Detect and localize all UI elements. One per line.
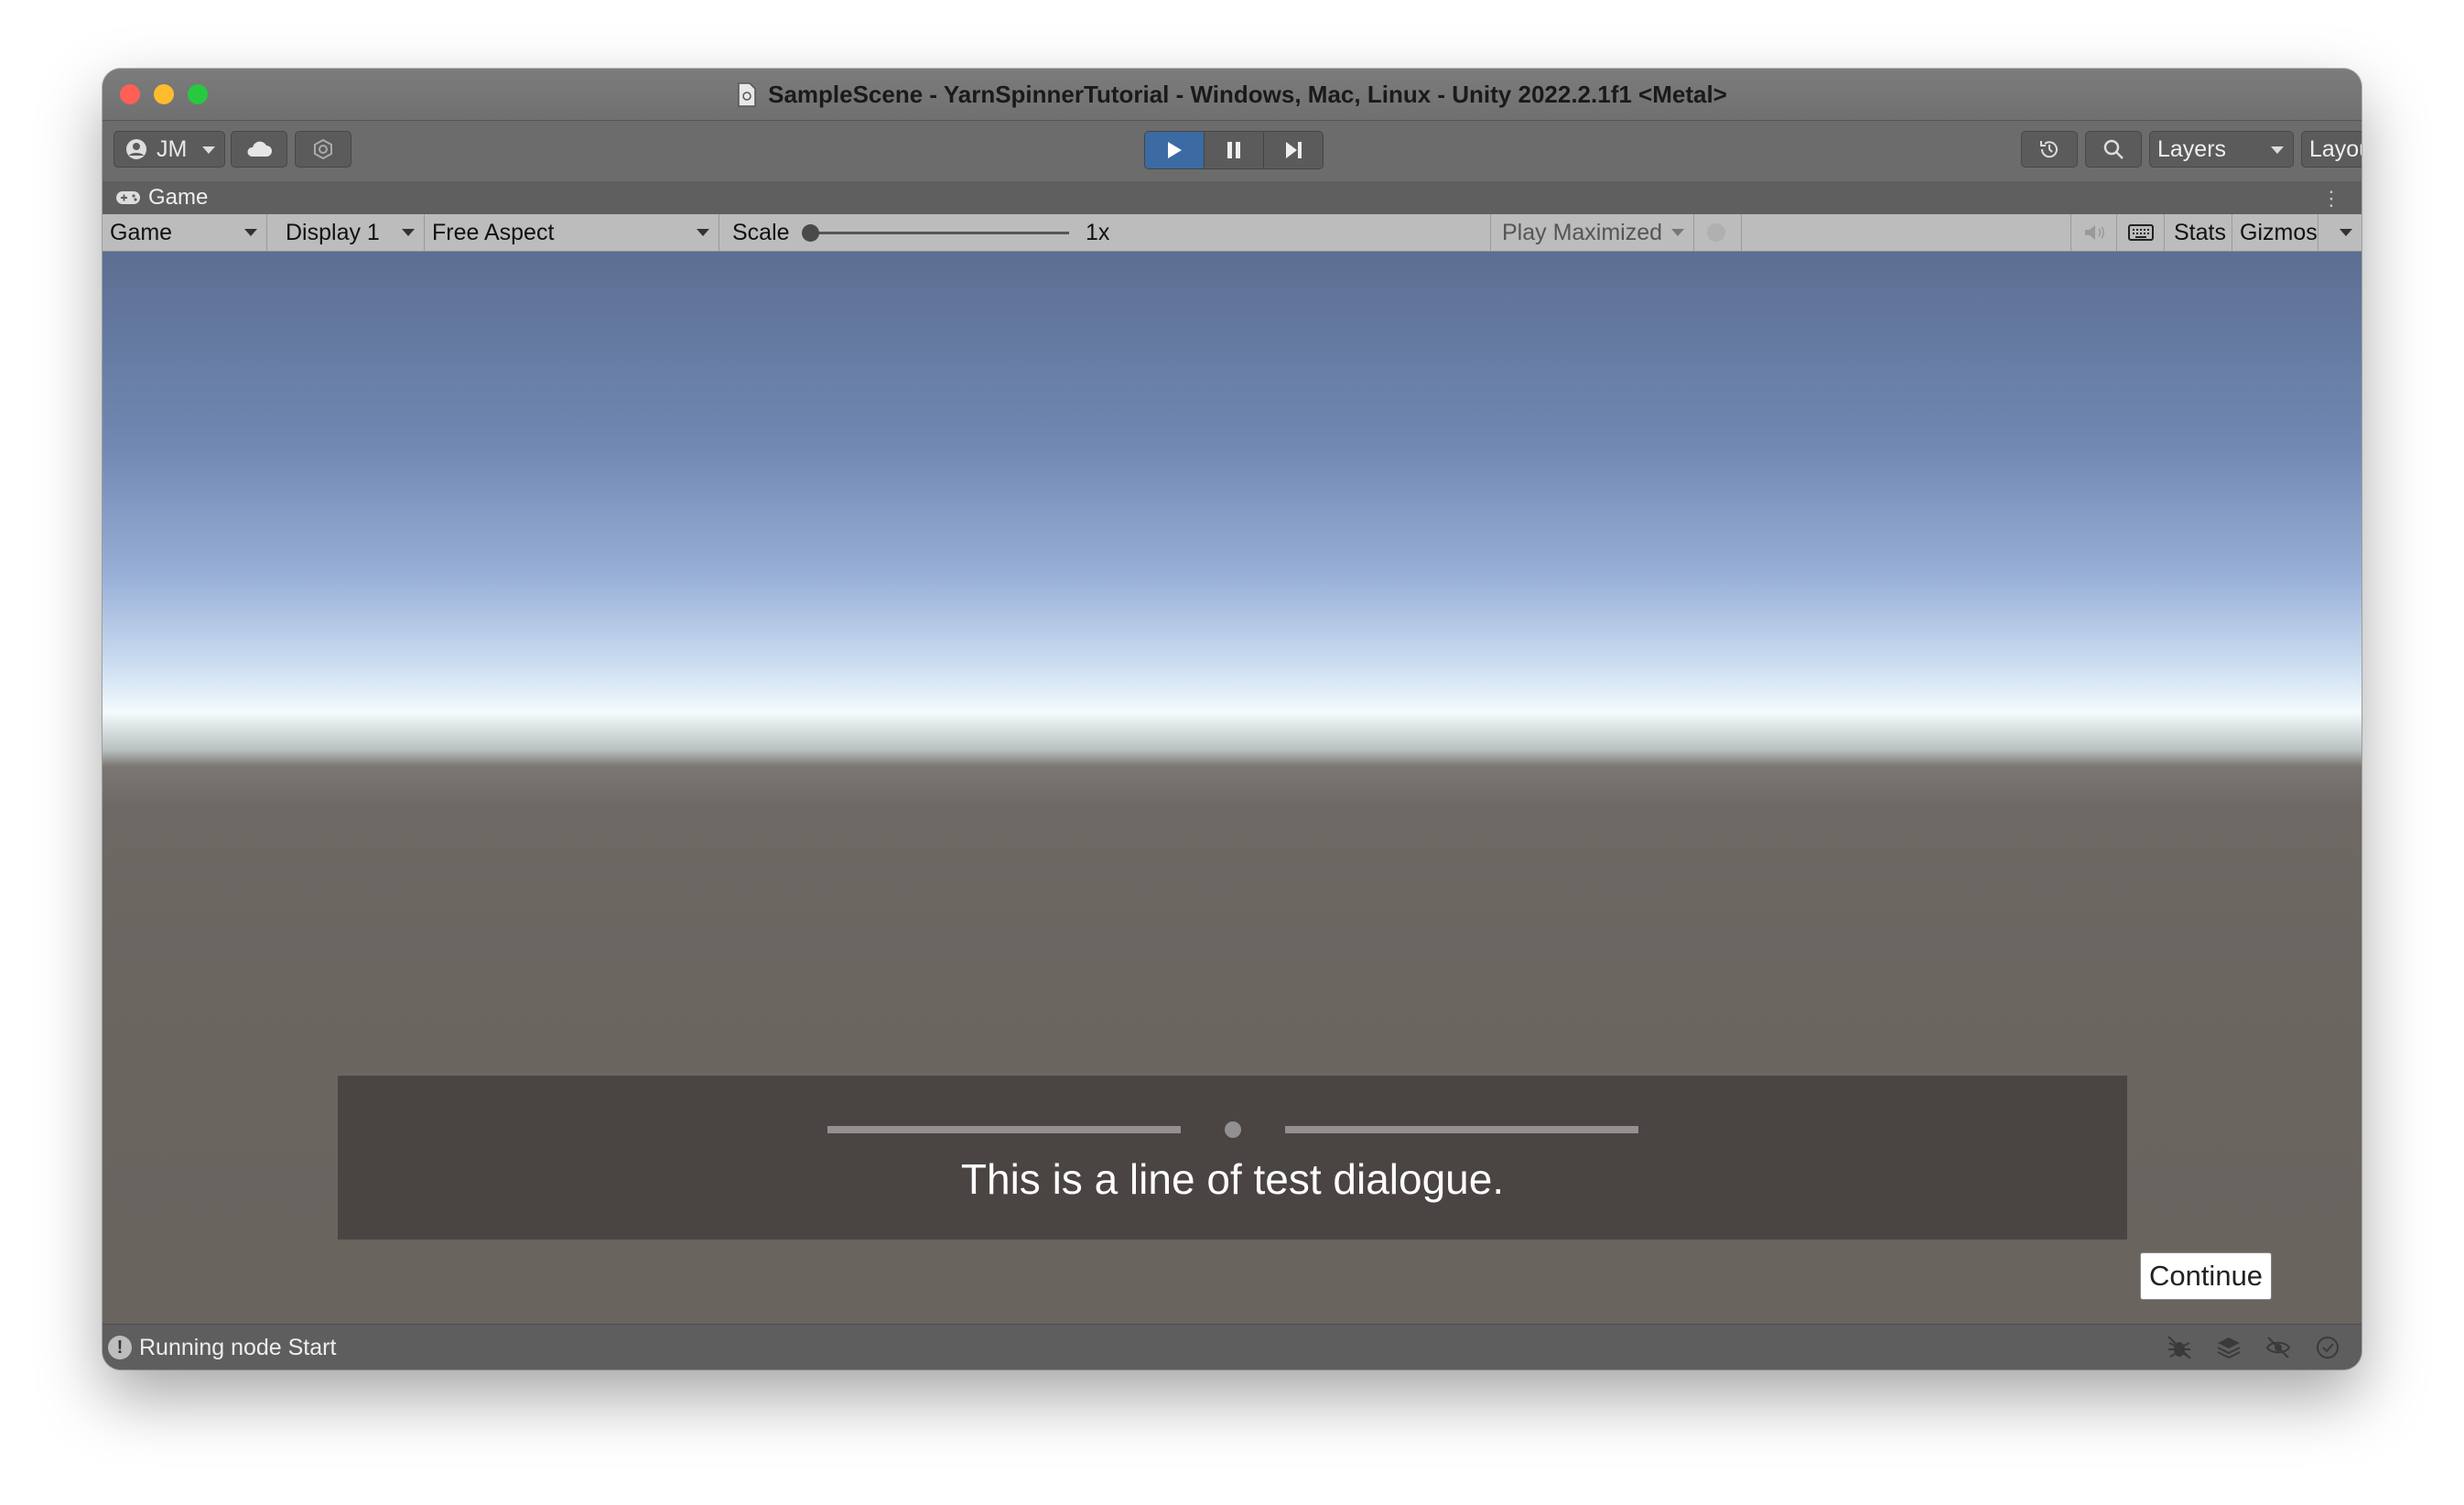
play-mode-dropdown[interactable]: Play Maximized [1491,214,1694,251]
scene-file-icon [738,81,756,107]
dialogue-divider-left [827,1126,1181,1133]
tab-game-label: Game [148,185,209,210]
account-dropdown[interactable]: JM [113,131,225,168]
step-icon [1286,142,1302,158]
account-icon [126,139,146,159]
status-message: Running node Start [139,1334,337,1360]
scale-slider-handle[interactable] [802,224,819,242]
warning-icon: ! [108,1336,132,1359]
scale-label: Scale [719,214,790,251]
history-icon [2040,141,2058,158]
aspect-label: Free Aspect [432,219,555,245]
continue-button[interactable]: Continue [2140,1252,2272,1300]
stats-label: Stats [2174,219,2226,245]
gizmos-button[interactable]: Gizmos [2232,214,2318,251]
status-bar: ! Running node Start [103,1324,2361,1370]
step-button[interactable] [1264,132,1323,168]
collab-button[interactable] [295,131,351,168]
chevron-down-icon [244,229,257,236]
status-icons [2166,1334,2341,1361]
pause-button[interactable] [1205,132,1264,168]
account-label: JM [157,135,188,162]
bug-icon[interactable] [2166,1334,2193,1361]
chevron-down-icon [202,146,215,154]
window-title: SampleScene - YarnSpinnerTutorial - Wind… [768,80,1727,108]
window-title-area: SampleScene - YarnSpinnerTutorial - Wind… [103,69,2361,120]
aspect-dropdown[interactable]: Free Aspect [425,214,719,251]
unity-editor-window: SampleScene - YarnSpinnerTutorial - Wind… [103,69,2361,1370]
gamepad-icon [116,191,140,204]
play-button[interactable] [1145,132,1205,168]
layout-dropdown[interactable]: Layout [2301,131,2361,168]
hidden-eye-icon[interactable] [2264,1334,2292,1361]
keyboard-icon [2128,224,2154,241]
stats-button[interactable]: Stats [2165,214,2232,251]
tab-game[interactable]: Game [115,181,208,214]
layers-label: Layers [2157,135,2227,162]
cloud-icon [247,141,272,157]
chevron-down-icon [697,229,709,236]
display-label: Display 1 [286,219,380,245]
main-toolbar: JM Layers Layo [103,121,2361,181]
cloud-button[interactable] [231,131,287,168]
title-bar: SampleScene - YarnSpinnerTutorial - Wind… [103,69,2361,121]
chevron-down-icon [2271,146,2284,154]
search-icon [2103,139,2124,159]
console-status[interactable]: ! Running node Start [108,1325,336,1370]
frame-debugger-toggle[interactable] [1694,214,1742,251]
check-circle-icon[interactable] [2314,1334,2341,1361]
view-mode-dropdown[interactable]: Game [103,214,267,251]
kebab-menu-icon[interactable]: ⋮ [2321,187,2341,211]
layers-stack-icon[interactable] [2215,1334,2242,1361]
play-controls [1144,131,1324,169]
collab-icon [314,138,332,160]
scale-label-text: Scale [732,219,790,245]
panel-tab-bar: Game ⋮ [103,181,2361,215]
layers-dropdown[interactable]: Layers [2149,131,2294,168]
chevron-down-icon [2340,229,2352,236]
scale-slider-track[interactable] [807,232,1069,234]
play-mode-label: Play Maximized [1502,219,1663,245]
undo-history-button[interactable] [2021,131,2078,168]
shortcuts-button[interactable] [2117,214,2165,251]
search-button[interactable] [2085,131,2142,168]
pause-icon [1227,142,1240,158]
scale-value: 1x [1078,214,1151,251]
mute-audio-button[interactable] [2071,214,2117,251]
scale-value-text: 1x [1086,219,1110,245]
gizmos-dropdown[interactable] [2318,214,2361,251]
play-icon [1168,142,1182,158]
gizmos-label: Gizmos [2240,219,2318,245]
game-view-toolbar: Game Display 1 Free Aspect Scale 1x Play… [103,214,2361,252]
chevron-down-icon [402,229,415,236]
view-mode-label: Game [110,219,173,245]
dialogue-divider-right [1285,1126,1638,1133]
layout-label: Layout [2309,135,2361,162]
mute-audio-icon [2085,225,2104,240]
chevron-down-icon [1671,229,1684,236]
dialogue-divider-dot [1225,1121,1241,1138]
dialogue-text: This is a line of test dialogue. [960,1155,1505,1203]
display-dropdown[interactable]: Display 1 [267,214,425,251]
toggle-icon [1707,223,1725,242]
